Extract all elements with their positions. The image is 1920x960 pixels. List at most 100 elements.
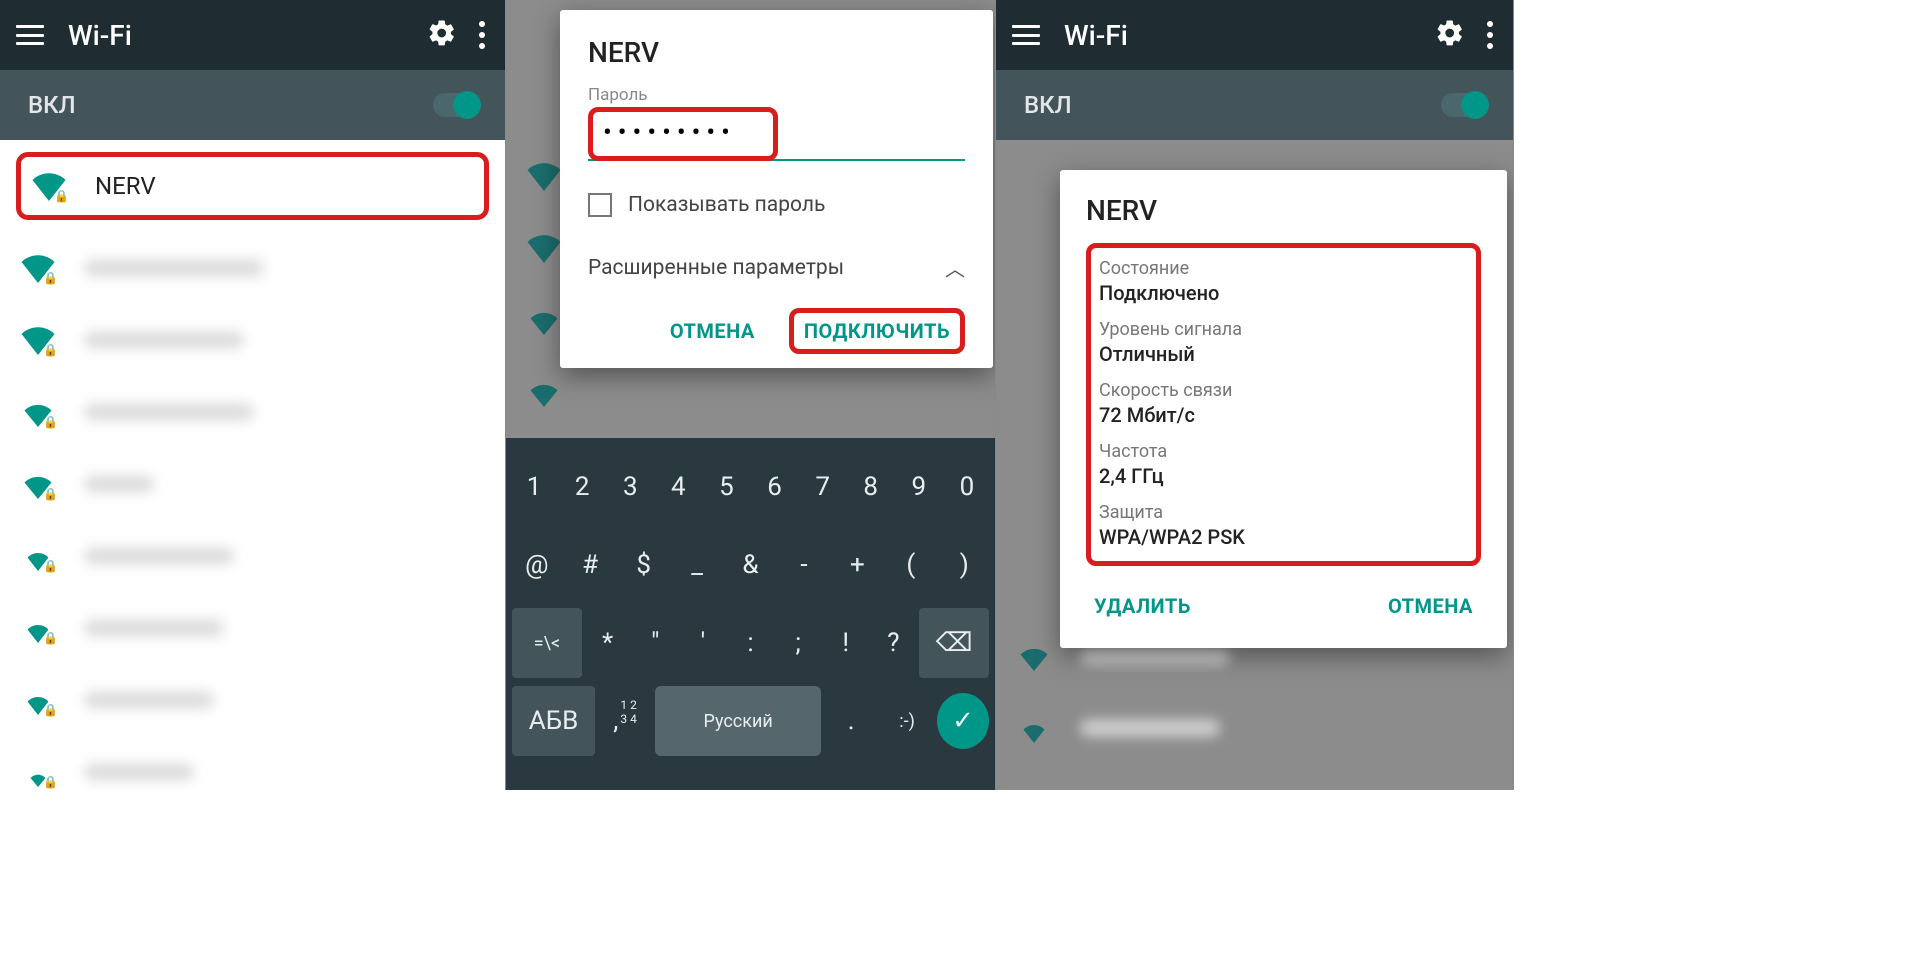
checkbox-icon[interactable] xyxy=(588,193,612,217)
dialog-title: NERV xyxy=(1086,194,1481,227)
gear-icon[interactable] xyxy=(427,18,457,52)
key[interactable]: 4 xyxy=(656,452,700,522)
wifi-on-label: ВКЛ xyxy=(1024,91,1072,119)
advanced-label: Расширенные параметры xyxy=(588,256,844,280)
info-row: Скорость связи72 Мбит/с xyxy=(1099,380,1468,427)
key-shift[interactable]: =\< xyxy=(512,608,582,678)
dialog-actions: УДАЛИТЬ ОТМЕНА xyxy=(1086,566,1481,634)
key-space[interactable]: Русский xyxy=(655,686,821,756)
key[interactable]: 7 xyxy=(801,452,845,522)
network-item[interactable]: 🔒 xyxy=(0,592,505,664)
kbd-row-2: @#$_&-+() xyxy=(512,530,989,600)
key[interactable]: + xyxy=(833,530,882,600)
overflow-menu-icon[interactable] xyxy=(1483,21,1497,49)
network-item[interactable]: 🔒 xyxy=(0,520,505,592)
info-highlight: СостояниеПодключено Уровень сигналаОтлич… xyxy=(1086,243,1481,566)
network-item[interactable]: 🔒 xyxy=(0,448,505,520)
info-value: WPA/WPA2 PSK xyxy=(1099,525,1468,549)
key-mode[interactable]: АБВ xyxy=(512,686,595,756)
key[interactable]: * xyxy=(586,608,630,678)
connect-dialog: NERV Пароль ••••••••• Показывать пароль … xyxy=(560,10,993,368)
wifi-on-label: ВКЛ xyxy=(28,91,76,119)
network-item-nerv[interactable]: 🔒 NERV xyxy=(16,152,489,220)
info-label: Скорость связи xyxy=(1099,380,1468,401)
gear-icon[interactable] xyxy=(1435,18,1465,52)
key[interactable]: : xyxy=(729,608,773,678)
wifi-toggle-row: ВКЛ xyxy=(0,70,505,140)
key[interactable]: 8 xyxy=(849,452,893,522)
network-name: NERV xyxy=(95,172,156,200)
kbd-row-1: 1234567890 xyxy=(512,452,989,522)
show-password-label: Показывать пароль xyxy=(628,193,825,217)
chevron-up-icon: ︿ xyxy=(945,253,965,282)
key-dot[interactable]: . xyxy=(825,686,877,756)
password-label: Пароль xyxy=(588,85,965,105)
key[interactable]: - xyxy=(779,530,828,600)
key[interactable]: ( xyxy=(886,530,935,600)
kbd-row-4: АБВ ,1 23 4 Русский . :-) ✓ xyxy=(512,686,989,756)
network-item[interactable]: 🔒 xyxy=(0,664,505,736)
key-enter[interactable]: ✓ xyxy=(937,693,989,749)
info-value: 72 Мбит/с xyxy=(1099,403,1468,427)
key[interactable]: 3 xyxy=(608,452,652,522)
info-value: Отличный xyxy=(1099,342,1468,366)
key[interactable]: ! xyxy=(824,608,868,678)
info-row: Частота2,4 ГГц xyxy=(1099,441,1468,488)
network-info-dialog: NERV СостояниеПодключено Уровень сигнала… xyxy=(1060,170,1507,648)
network-item[interactable]: 🔒 xyxy=(0,376,505,448)
key-backspace[interactable]: ⌫ xyxy=(919,608,989,678)
hamburger-icon[interactable] xyxy=(16,25,44,45)
network-item[interactable]: 🔒 xyxy=(0,304,505,376)
screen-network-info: Wi-Fi ВКЛ NERV СостояниеПодключено Урове… xyxy=(996,0,1514,790)
key[interactable]: 5 xyxy=(704,452,748,522)
page-title: Wi-Fi xyxy=(1064,19,1435,52)
key[interactable]: & xyxy=(726,530,775,600)
show-password-row[interactable]: Показывать пароль xyxy=(588,193,965,217)
key-comma[interactable]: ,1 23 4 xyxy=(599,686,651,756)
info-label: Состояние xyxy=(1099,258,1468,279)
keyboard: 1234567890 @#$_&-+() =\< *"':;!?⌫ АБВ ,1… xyxy=(506,438,995,790)
kbd-row-3: =\< *"':;!?⌫ xyxy=(512,608,989,678)
network-list-blurred: 🔒 🔒 🔒 🔒 🔒 🔒 🔒 🔒 xyxy=(0,232,505,790)
lock-icon: 🔒 xyxy=(54,189,69,203)
network-item[interactable]: 🔒 xyxy=(0,232,505,304)
info-row: СостояниеПодключено xyxy=(1099,258,1468,305)
key[interactable]: $ xyxy=(619,530,668,600)
password-highlight: ••••••••• xyxy=(588,107,778,161)
key[interactable]: " xyxy=(633,608,677,678)
network-item[interactable]: 🔒 xyxy=(0,736,505,790)
key[interactable]: ; xyxy=(776,608,820,678)
wifi-toggle[interactable] xyxy=(433,93,477,117)
cancel-button[interactable]: ОТМЕНА xyxy=(1382,584,1479,628)
hamburger-icon[interactable] xyxy=(1012,25,1040,45)
key[interactable]: @ xyxy=(512,530,561,600)
wifi-signal-icon: 🔒 xyxy=(31,171,67,201)
screen-wifi-list: Wi-Fi ВКЛ 🔒 NERV 🔒 🔒 🔒 🔒 🔒 🔒 🔒 🔒 xyxy=(0,0,506,790)
info-label: Уровень сигнала xyxy=(1099,319,1468,340)
key[interactable]: 1 xyxy=(512,452,556,522)
info-value: Подключено xyxy=(1099,281,1468,305)
screen-connect-dialog: NERV Пароль ••••••••• Показывать пароль … xyxy=(506,0,996,790)
key[interactable]: 9 xyxy=(897,452,941,522)
password-input[interactable]: ••••••••• xyxy=(603,118,763,150)
key[interactable]: 6 xyxy=(753,452,797,522)
toolbar: Wi-Fi xyxy=(996,0,1513,70)
key[interactable]: ) xyxy=(940,530,989,600)
dialog-actions: ОТМЕНА ПОДКЛЮЧИТЬ xyxy=(588,302,965,354)
advanced-row[interactable]: Расширенные параметры ︿ xyxy=(588,245,965,302)
key[interactable]: 0 xyxy=(945,452,989,522)
key-emoji[interactable]: :-) xyxy=(881,686,933,756)
overflow-menu-icon[interactable] xyxy=(475,21,489,49)
cancel-button[interactable]: ОТМЕНА xyxy=(664,309,761,353)
info-row: Уровень сигналаОтличный xyxy=(1099,319,1468,366)
connect-button[interactable]: ПОДКЛЮЧИТЬ xyxy=(789,308,965,354)
key[interactable]: 2 xyxy=(560,452,604,522)
key[interactable]: # xyxy=(565,530,614,600)
toolbar: Wi-Fi xyxy=(0,0,505,70)
key[interactable]: ? xyxy=(872,608,916,678)
wifi-toggle[interactable] xyxy=(1441,93,1485,117)
wifi-toggle-row: ВКЛ xyxy=(996,70,1513,140)
forget-button[interactable]: УДАЛИТЬ xyxy=(1088,584,1197,628)
key[interactable]: ' xyxy=(681,608,725,678)
key[interactable]: _ xyxy=(672,530,721,600)
